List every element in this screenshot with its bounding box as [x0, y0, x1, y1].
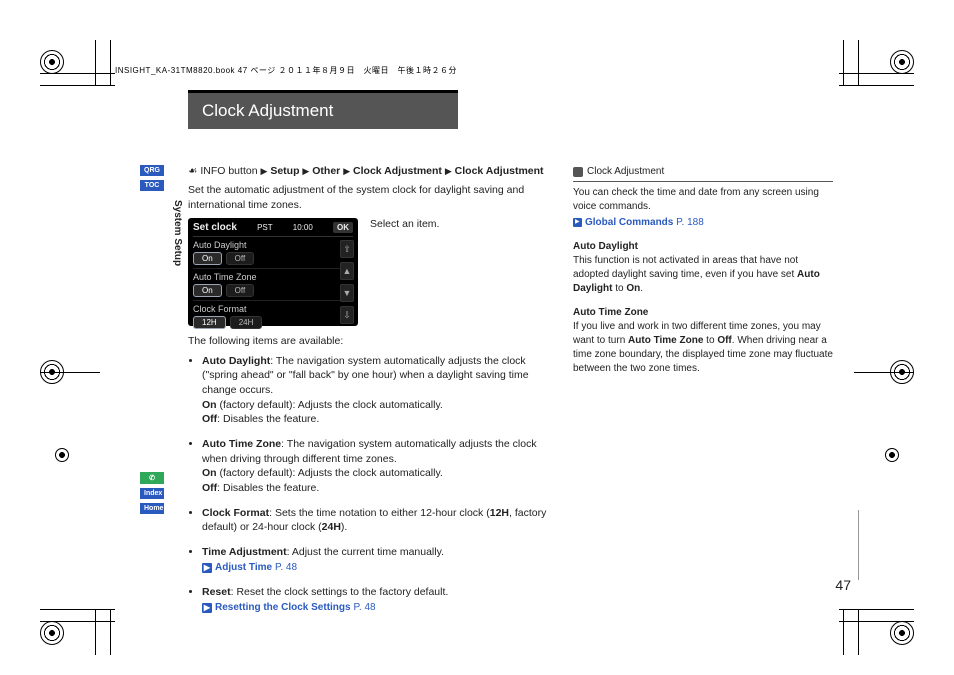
bc-other: Other [312, 165, 340, 177]
item-name: Clock Format [202, 507, 269, 519]
breadcrumb: ☙ INFO button ▶ Setup ▶ Other ▶ Clock Ad… [188, 165, 548, 177]
device-screenshot: Set clock PST 10:00 OK Auto Daylight On … [188, 218, 358, 326]
side-body: You can check the time and date from any… [573, 186, 833, 214]
page-ref: P. 188 [676, 217, 704, 228]
item-name: Reset [202, 586, 231, 598]
screen-zone: PST [257, 223, 273, 232]
intro-text: Set the automatic adjustment of the syst… [188, 183, 548, 212]
scroll-top-icon: ⇧ [340, 240, 354, 258]
item-off: : Disables the feature. [217, 482, 319, 494]
screen-opt: Off [226, 252, 255, 265]
side-sub1: Auto Daylight This function is not activ… [573, 240, 833, 296]
screen-title: Set clock [193, 222, 237, 233]
note-icon [573, 167, 583, 177]
list-item: Auto Daylight: The navigation system aut… [202, 354, 548, 427]
list-item: Auto Time Zone: The navigation system au… [202, 437, 548, 496]
item-desc: : Sets the time notation to either 12-ho… [269, 507, 490, 519]
scroll-down-icon: ▼ [340, 284, 354, 302]
side-sub-title: Auto Daylight [573, 240, 833, 254]
item-name: Auto Daylight [202, 355, 270, 367]
side-column: Clock Adjustment You can check the time … [573, 165, 833, 625]
reg-mark-icon [40, 621, 64, 645]
item-name: Auto Time Zone [202, 438, 281, 450]
side-sub-body: This function is not activated in areas … [573, 254, 833, 296]
screen-opt: Off [226, 284, 255, 297]
link-arrow-icon [573, 218, 582, 227]
page-ref: P. 48 [354, 602, 376, 613]
screen-opt: On [193, 284, 222, 297]
print-header: INSIGHT_KA-31TM8820.book 47 ページ ２０１１年８月９… [115, 65, 457, 76]
section-label: System Setup [172, 200, 183, 266]
sidebar-tabs-bottom: ✆ Index Home [140, 472, 164, 514]
tab-qrg[interactable]: QRG [140, 165, 164, 176]
screen-time: 10:00 [293, 223, 313, 232]
page-number: 47 [835, 577, 851, 593]
screen-ok: OK [333, 222, 353, 233]
scroll-bottom-icon: ⇩ [340, 306, 354, 324]
side-heading-text: Clock Adjustment [587, 165, 664, 179]
sidebar-tabs-top: QRG TOC [140, 165, 164, 191]
screen-row-label: Auto Daylight [193, 240, 247, 250]
side-sub-body: If you live and work in two different ti… [573, 320, 833, 376]
margin-line [858, 510, 859, 580]
screen-row-label: Auto Time Zone [193, 272, 257, 282]
reg-mark-icon [40, 360, 64, 384]
items-list: Auto Daylight: The navigation system aut… [188, 354, 548, 615]
bc-clock-adj2: Clock Adjustment [455, 165, 544, 177]
bc-setup: Setup [270, 165, 299, 177]
side-sub-title: Auto Time Zone [573, 306, 833, 320]
side-heading: Clock Adjustment [573, 165, 833, 182]
screen-opt: 24H [230, 316, 263, 329]
screen-opt: 12H [193, 316, 226, 329]
tab-home[interactable]: Home [140, 503, 164, 514]
link-adjust-time[interactable]: ▶Adjust Time [202, 562, 272, 573]
item-desc: : Adjust the current time manually. [287, 546, 444, 558]
page-ref: P. 48 [275, 562, 297, 573]
list-item: Time Adjustment: Adjust the current time… [202, 545, 548, 575]
tab-index[interactable]: Index [140, 488, 164, 499]
page-title: Clock Adjustment [188, 90, 458, 129]
item-on: (factory default): Adjusts the clock aut… [217, 467, 443, 479]
list-item: Clock Format: Sets the time notation to … [202, 506, 548, 535]
reg-mark-icon [890, 50, 914, 74]
main-column: ☙ INFO button ▶ Setup ▶ Other ▶ Clock Ad… [188, 165, 548, 625]
screen-opt: On [193, 252, 222, 265]
list-item: Reset: Reset the clock settings to the f… [202, 585, 548, 615]
item-desc: : Reset the clock settings to the factor… [231, 586, 449, 598]
tab-voice-icon[interactable]: ✆ [140, 472, 164, 484]
reg-mark-icon [890, 621, 914, 645]
info-icon: ☙ [188, 165, 197, 177]
item-on: (factory default): Adjusts the clock aut… [217, 399, 443, 411]
screen-scroll-icons: ⇧ ▲ ▼ ⇩ [340, 240, 354, 324]
item-off: : Disables the feature. [217, 413, 319, 425]
tab-toc[interactable]: TOC [140, 180, 164, 191]
item-name: Time Adjustment [202, 546, 287, 558]
side-sub2: Auto Time Zone If you live and work in t… [573, 306, 833, 376]
reg-mark-icon [890, 360, 914, 384]
reg-mark-icon [55, 448, 69, 462]
reg-mark-icon [885, 448, 899, 462]
screen-row-label: Clock Format [193, 304, 247, 314]
reg-mark-icon [40, 50, 64, 74]
bc-clock-adj: Clock Adjustment [353, 165, 442, 177]
link-reset-clock[interactable]: ▶Resetting the Clock Settings [202, 602, 351, 613]
following-text: The following items are available: [188, 334, 548, 349]
scroll-up-icon: ▲ [340, 262, 354, 280]
breadcrumb-prefix: INFO button [200, 165, 257, 177]
link-global-commands[interactable]: Global Commands [585, 217, 673, 228]
select-item-text: Select an item. [370, 218, 439, 326]
